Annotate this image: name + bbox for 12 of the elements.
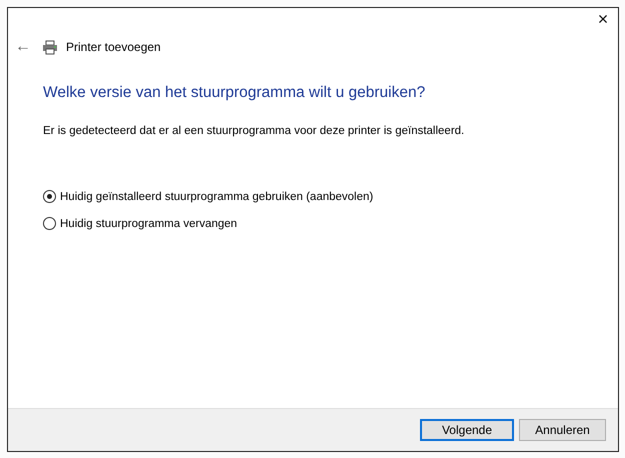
page-heading: Welke versie van het stuurprogramma wilt u gebruiken?: [43, 84, 426, 102]
radio-icon[interactable]: [43, 217, 56, 230]
radio-icon[interactable]: [43, 190, 56, 203]
next-button[interactable]: Volgende: [420, 419, 514, 441]
cancel-button[interactable]: Annuleren: [519, 419, 606, 441]
radio-option[interactable]: Huidig stuurprogramma vervangen: [43, 217, 238, 230]
option-label: Huidig stuurprogramma vervangen: [60, 218, 238, 230]
printer-icon: [42, 40, 58, 54]
window-title: Printer toevoegen: [66, 40, 161, 54]
close-button[interactable]: ×: [588, 8, 618, 30]
description-text: Er is gedetecteerd dat er al een stuurprogramma voor deze printer is geïnstalleerd.: [43, 125, 466, 137]
back-button[interactable]: ←: [12, 38, 34, 56]
